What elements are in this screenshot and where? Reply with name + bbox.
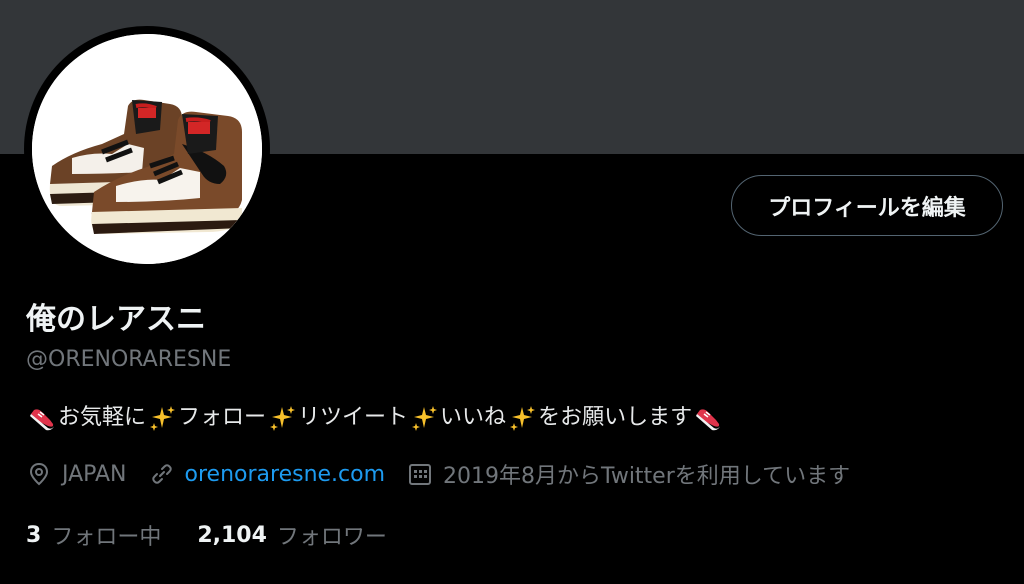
- bio-text-5: をお願いします: [538, 405, 693, 430]
- sneaker-emoji-icon: [30, 409, 54, 431]
- location-pin-icon: [29, 462, 49, 486]
- profile-page: プロフィールを編集 俺のレアスニ @ORENORARESNE お気軽に フォロー…: [0, 0, 1024, 584]
- location-text: JAPAN: [62, 461, 127, 487]
- joined-date: 2019年8月からTwitterを利用しています: [407, 458, 850, 490]
- bio: お気軽に フォロー リツイート いいね をお願いします: [26, 402, 724, 434]
- following-link[interactable]: 3 フォロー中: [26, 519, 161, 551]
- sparkles-emoji-icon: [270, 406, 296, 431]
- link-icon: [151, 464, 172, 484]
- profile-meta: JAPAN orenoraresne.com 2019年8月からTwitterを…: [26, 457, 872, 491]
- following-label: フォロー中: [51, 525, 162, 550]
- sparkles-emoji-icon: [412, 406, 438, 431]
- sneaker-photo: [32, 34, 262, 264]
- bio-text-4: いいね: [440, 405, 507, 430]
- followers-count: 2,104: [197, 522, 267, 548]
- following-count: 3: [26, 522, 42, 548]
- avatar-ring: [24, 26, 270, 272]
- bio-text-3: リツイート: [298, 405, 409, 430]
- avatar[interactable]: [32, 34, 262, 264]
- joined-text: 2019年8月からTwitterを利用しています: [443, 464, 851, 489]
- display-name: 俺のレアスニ: [26, 302, 206, 337]
- followers-link[interactable]: 2,104 フォロワー: [197, 519, 387, 551]
- sparkles-emoji-icon: [150, 406, 176, 431]
- followers-label: フォロワー: [276, 525, 387, 550]
- edit-profile-button[interactable]: プロフィールを編集: [731, 175, 1003, 236]
- sneaker-emoji-icon: [696, 409, 721, 431]
- sparkles-emoji-icon: [510, 406, 536, 431]
- bio-text-2: フォロー: [178, 405, 267, 430]
- follow-stats: 3 フォロー中 2,104 フォロワー: [26, 518, 423, 552]
- website: orenoraresne.com: [149, 461, 386, 487]
- bio-text-1: お気軽に: [58, 405, 147, 430]
- location: JAPAN: [26, 461, 127, 487]
- handle: @ORENORARESNE: [26, 347, 232, 372]
- website-link[interactable]: orenoraresne.com: [185, 462, 386, 487]
- calendar-icon: [409, 464, 432, 485]
